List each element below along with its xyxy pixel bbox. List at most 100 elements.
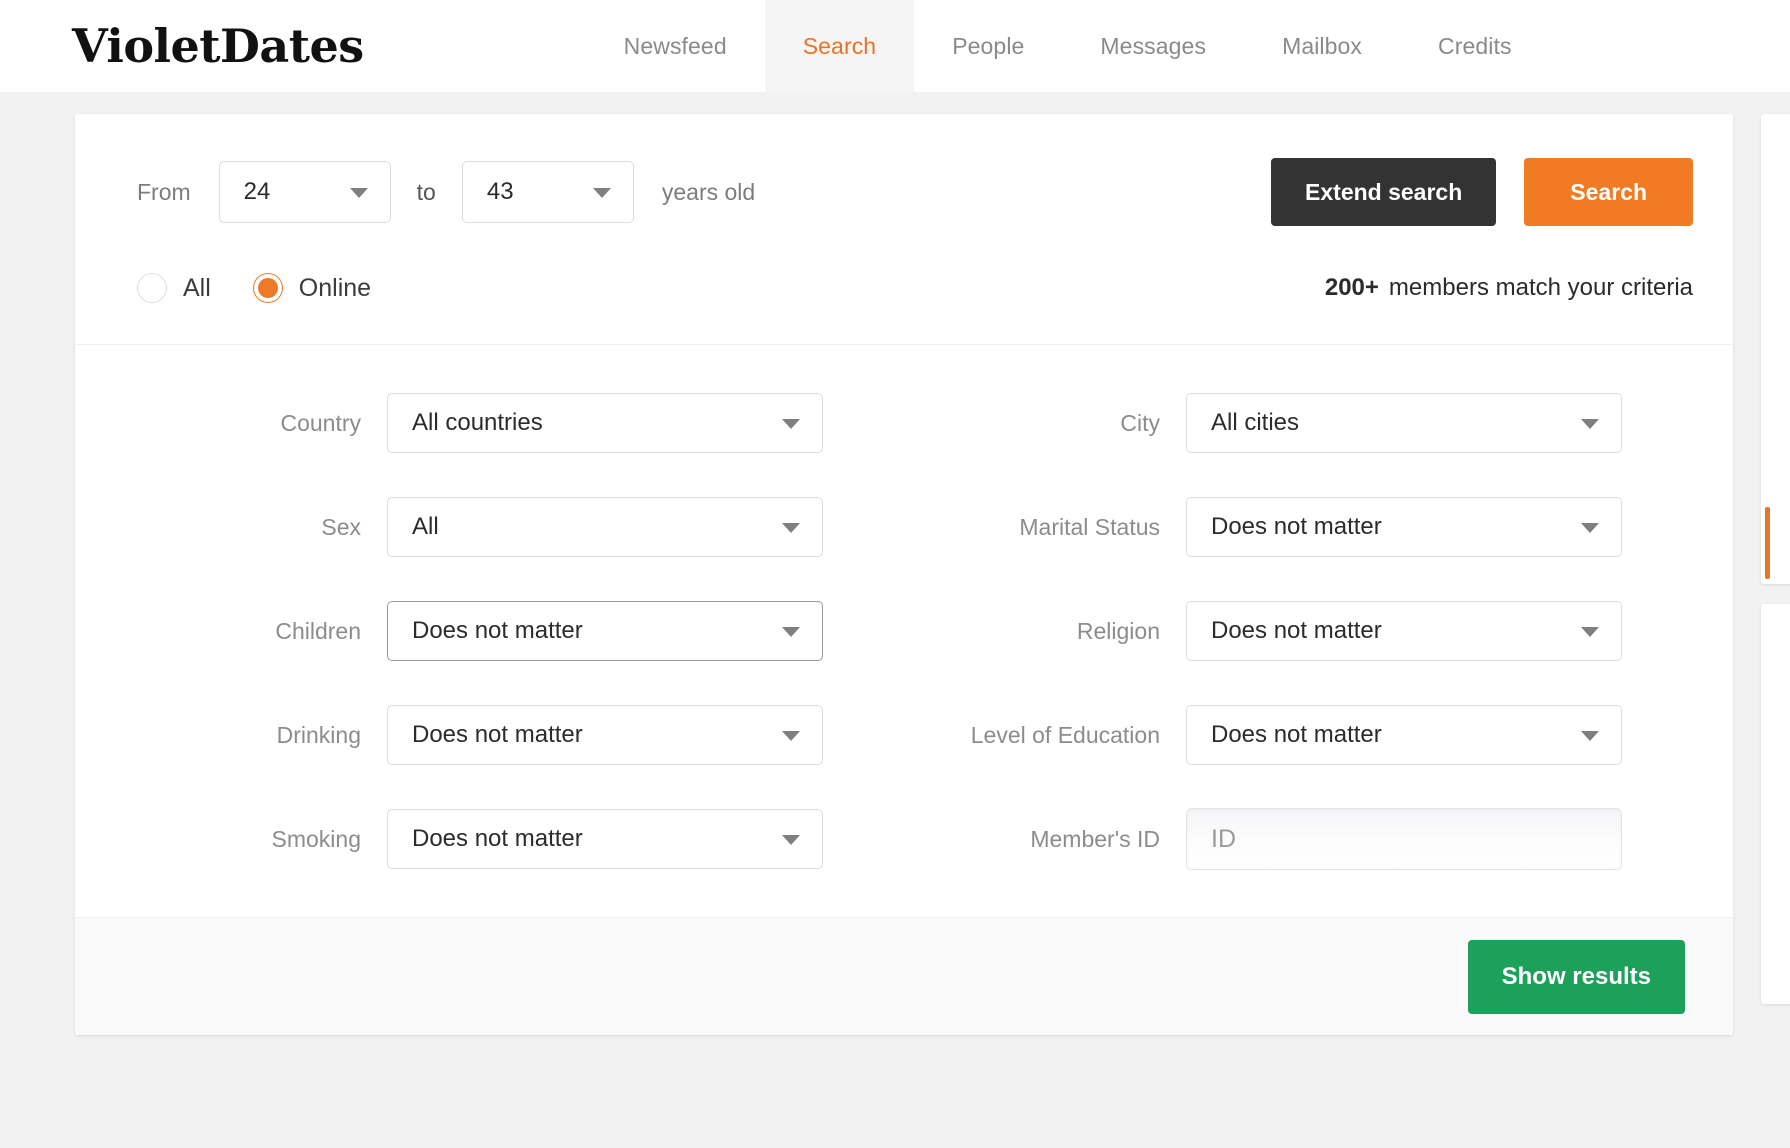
nav-item-mailbox[interactable]: Mailbox xyxy=(1244,0,1400,92)
education-select-wrap: Does not matter xyxy=(1186,705,1622,765)
sidebar-accent-button[interactable] xyxy=(1765,507,1770,579)
field-label-sex: Sex xyxy=(321,513,361,540)
member-id-input[interactable]: ID xyxy=(1186,808,1622,870)
marital-status-select-wrap: Does not matter xyxy=(1186,497,1622,557)
drinking-select-wrap: Does not matter xyxy=(387,705,823,765)
children-value: Does not matter xyxy=(412,617,583,644)
religion-select[interactable]: Does not matter xyxy=(1186,601,1622,661)
field-religion: Religion Does not matter xyxy=(904,601,1693,661)
chevron-down-icon xyxy=(1581,627,1599,637)
page-body: From 24 to 43 years old Extend search Se… xyxy=(0,92,1790,1148)
age-to-label: to xyxy=(416,178,436,205)
filter-fields-grid: Country All countries City All cities Se… xyxy=(75,345,1733,917)
age-from-label: From xyxy=(137,178,191,205)
brand-logo[interactable]: VioletDates xyxy=(72,23,364,69)
sex-select[interactable]: All xyxy=(387,497,823,557)
drinking-select[interactable]: Does not matter xyxy=(387,705,823,765)
city-select[interactable]: All cities xyxy=(1186,393,1622,453)
city-value: All cities xyxy=(1211,409,1300,436)
chevron-down-icon xyxy=(782,419,800,429)
smoking-value: Does not matter xyxy=(412,825,583,852)
card-footer: Show results xyxy=(75,917,1733,1035)
smoking-select-wrap: Does not matter xyxy=(387,809,823,869)
nav-item-credits[interactable]: Credits xyxy=(1400,0,1550,92)
chevron-down-icon xyxy=(1581,731,1599,741)
field-smoking: Smoking Does not matter xyxy=(115,809,904,869)
field-label-member-id: Member's ID xyxy=(1030,825,1160,852)
city-select-wrap: All cities xyxy=(1186,393,1622,453)
age-to-value: 43 xyxy=(486,178,514,205)
filter-row-sex-marital: Sex All Marital Status Does not matter xyxy=(115,475,1693,579)
field-marital-status: Marital Status Does not matter xyxy=(904,497,1693,557)
filter-row-country-city: Country All countries City All cities xyxy=(115,371,1693,475)
match-count: 200+ xyxy=(1324,274,1379,301)
field-label-education: Level of Education xyxy=(970,721,1160,748)
search-filters-card: From 24 to 43 years old Extend search Se… xyxy=(75,114,1733,1035)
field-label-smoking: Smoking xyxy=(271,825,361,852)
radio-label-online: Online xyxy=(298,273,372,302)
field-label-children: Children xyxy=(275,617,361,644)
filter-row-smoking-memberid: Smoking Does not matter Member's ID ID xyxy=(115,787,1693,891)
chevron-down-icon xyxy=(1581,523,1599,533)
sex-value: All xyxy=(412,513,439,540)
age-to-select[interactable]: 43 xyxy=(461,161,634,223)
field-label-religion: Religion xyxy=(1076,617,1160,644)
nav-item-people[interactable]: People xyxy=(914,0,1062,92)
age-range-row: From 24 to 43 years old Extend search Se… xyxy=(75,114,1733,232)
search-button[interactable]: Search xyxy=(1524,158,1693,226)
chevron-down-icon xyxy=(782,627,800,637)
show-results-button[interactable]: Show results xyxy=(1467,939,1685,1014)
education-value: Does not matter xyxy=(1211,721,1382,748)
field-label-drinking: Drinking xyxy=(276,721,361,748)
country-value: All countries xyxy=(412,409,543,436)
drinking-value: Does not matter xyxy=(412,721,583,748)
field-label-marital-status: Marital Status xyxy=(1019,513,1160,540)
field-label-country: Country xyxy=(280,409,361,436)
member-id-placeholder: ID xyxy=(1211,824,1236,853)
radio-option-all[interactable]: All xyxy=(137,273,211,303)
marital-status-value: Does not matter xyxy=(1211,513,1382,540)
religion-select-wrap: Does not matter xyxy=(1186,601,1622,661)
country-select[interactable]: All countries xyxy=(387,393,823,453)
filter-row-drinking-education: Drinking Does not matter Level of Educat… xyxy=(115,683,1693,787)
age-unit-label: years old xyxy=(661,178,756,205)
online-filter-row: All Online 200+ members match your criter… xyxy=(75,232,1733,344)
chevron-down-icon xyxy=(782,835,800,845)
field-country: Country All countries xyxy=(115,393,904,453)
filter-row-children-religion: Children Does not matter Religion Does n… xyxy=(115,579,1693,683)
chevron-down-icon xyxy=(349,188,368,198)
field-children: Children Does not matter xyxy=(115,601,904,661)
sidebar-panel-bottom xyxy=(1761,604,1790,1004)
country-select-wrap: All countries xyxy=(387,393,823,453)
chevron-down-icon xyxy=(1581,419,1599,429)
field-city: City All cities xyxy=(904,393,1693,453)
smoking-select[interactable]: Does not matter xyxy=(387,809,823,869)
age-from-value: 24 xyxy=(243,178,271,205)
field-drinking: Drinking Does not matter xyxy=(115,705,904,765)
chevron-down-icon xyxy=(782,523,800,533)
radio-icon-all xyxy=(137,273,167,303)
nav-item-search[interactable]: Search xyxy=(764,0,915,92)
sex-select-wrap: All xyxy=(387,497,823,557)
radio-option-online[interactable]: Online xyxy=(252,273,372,303)
marital-status-select[interactable]: Does not matter xyxy=(1186,497,1622,557)
extend-search-button[interactable]: Extend search xyxy=(1271,158,1497,226)
site-header: VioletDates Newsfeed Search People Messa… xyxy=(0,0,1790,92)
match-summary: 200+ members match your criteria xyxy=(1325,274,1693,302)
field-member-id: Member's ID ID xyxy=(904,808,1693,870)
nav-item-newsfeed[interactable]: Newsfeed xyxy=(586,0,765,92)
chevron-down-icon xyxy=(592,188,611,198)
children-select[interactable]: Does not matter xyxy=(387,601,823,661)
nav-item-messages[interactable]: Messages xyxy=(1062,0,1244,92)
chevron-down-icon xyxy=(782,731,800,741)
online-filter-group: All Online xyxy=(137,273,413,303)
field-sex: Sex All xyxy=(115,497,904,557)
education-select[interactable]: Does not matter xyxy=(1186,705,1622,765)
field-label-city: City xyxy=(1120,409,1160,436)
children-select-wrap: Does not matter xyxy=(387,601,823,661)
field-education: Level of Education Does not matter xyxy=(904,705,1693,765)
religion-value: Does not matter xyxy=(1211,617,1382,644)
match-label: members match your criteria xyxy=(1388,274,1693,301)
radio-icon-online xyxy=(252,273,283,303)
age-from-select[interactable]: 24 xyxy=(218,161,391,223)
